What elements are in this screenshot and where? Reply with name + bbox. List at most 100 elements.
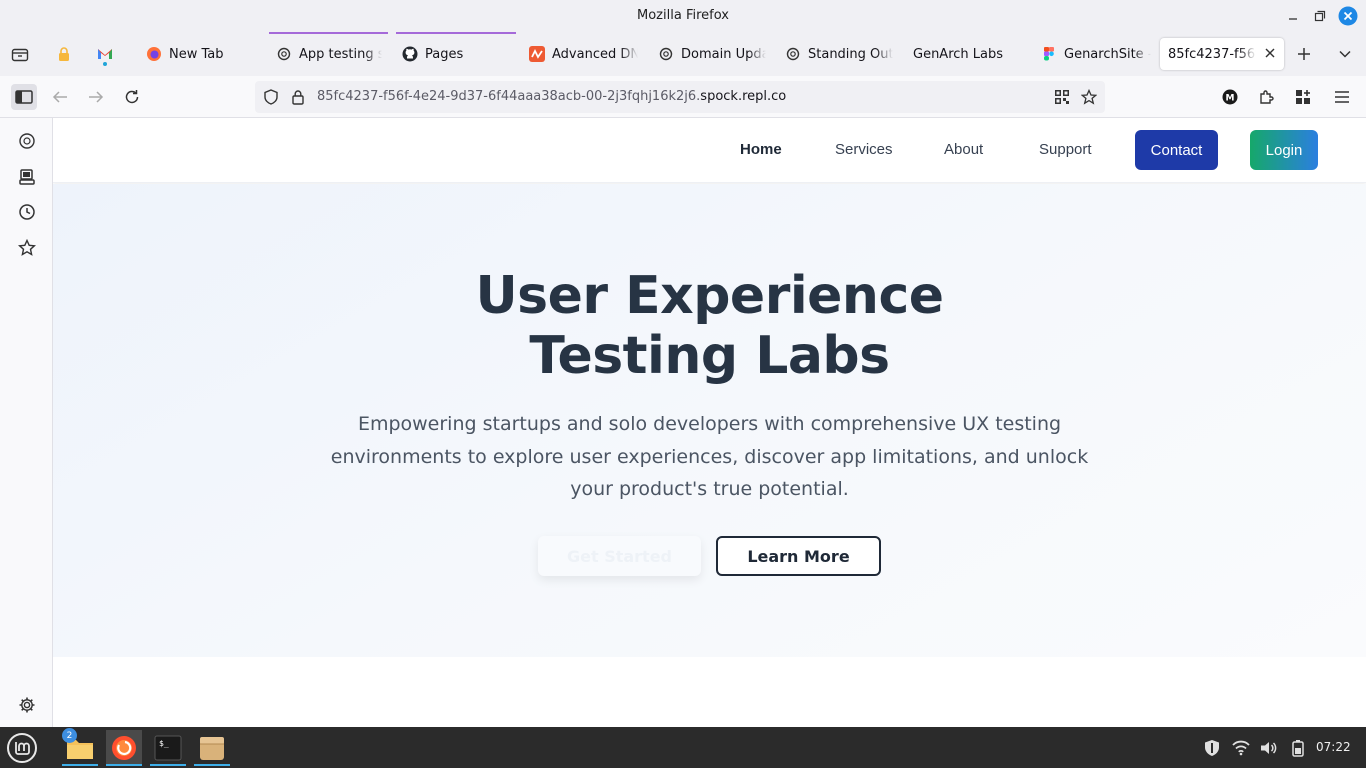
url-domain: spock.repl.co bbox=[700, 89, 787, 104]
back-button[interactable] bbox=[47, 84, 73, 110]
running-indicator bbox=[62, 764, 98, 766]
tab-genarch-site[interactable]: GenarchSite - bbox=[1041, 38, 1151, 70]
pinned-tab-lock[interactable] bbox=[57, 38, 73, 70]
nav-about-link[interactable]: About bbox=[944, 141, 983, 158]
tab-label: GenarchSite - bbox=[1064, 46, 1151, 62]
account-button[interactable]: M bbox=[1217, 84, 1243, 110]
arrow-right-icon bbox=[88, 90, 104, 104]
tab-app-testing[interactable]: App testing se bbox=[276, 38, 382, 70]
hero-title-line: Testing Labs bbox=[529, 326, 890, 386]
running-indicator bbox=[106, 764, 142, 766]
contact-button[interactable]: Contact bbox=[1135, 130, 1218, 170]
archive-box-icon bbox=[198, 734, 226, 762]
tab-active-replit[interactable]: 85fc4237-f56f-4 bbox=[1160, 38, 1284, 70]
close-tab-icon[interactable] bbox=[1264, 47, 1276, 59]
taskbar-firefox[interactable] bbox=[106, 730, 142, 766]
tab-label: Pages bbox=[425, 46, 464, 62]
tab-advanced-dns[interactable]: Advanced DNS bbox=[529, 38, 638, 70]
minimize-icon[interactable] bbox=[1283, 6, 1303, 26]
nav-support-link[interactable]: Support bbox=[1039, 141, 1092, 158]
taskbar: 2 $_ 07:22 bbox=[0, 727, 1366, 768]
tab-label: Domain Updat bbox=[681, 46, 766, 62]
tab-label: Advanced DNS bbox=[552, 46, 638, 62]
site-header: Home Services About Support Contact Logi… bbox=[53, 118, 1366, 183]
gear-icon[interactable] bbox=[17, 695, 37, 715]
chatgpt-icon[interactable] bbox=[17, 131, 37, 151]
forward-button[interactable] bbox=[83, 84, 109, 110]
sidebar-icon bbox=[15, 90, 33, 104]
get-started-button[interactable]: Get Started bbox=[538, 536, 701, 576]
namecheap-icon bbox=[529, 46, 545, 62]
sidebar-toggle-button[interactable] bbox=[11, 84, 37, 110]
apps-grid-icon bbox=[1295, 89, 1311, 105]
bookmarks-star-icon[interactable] bbox=[17, 238, 37, 258]
address-bar[interactable]: 85fc4237-f56f-4e24-9d37-6f44aaa38acb-00-… bbox=[255, 81, 1105, 113]
chatgpt-icon bbox=[785, 46, 801, 62]
chatgpt-icon bbox=[276, 46, 292, 62]
firefox-view-icon[interactable] bbox=[11, 38, 33, 70]
wifi-icon[interactable] bbox=[1231, 738, 1251, 758]
taskbar-terminal[interactable]: $_ bbox=[150, 730, 186, 766]
start-menu-button[interactable] bbox=[4, 730, 40, 766]
battery-icon[interactable] bbox=[1288, 738, 1308, 758]
svg-text:$_: $_ bbox=[159, 739, 169, 748]
running-indicator bbox=[194, 764, 230, 766]
tab-strip: New Tab App testing se Pages Advanced DN… bbox=[0, 32, 1366, 76]
github-icon bbox=[402, 46, 418, 62]
linux-mint-logo-icon bbox=[6, 732, 38, 764]
tab-group-indicator bbox=[396, 32, 516, 34]
hero-title: User Experience Testing Labs bbox=[53, 266, 1366, 386]
gmail-icon bbox=[97, 47, 113, 61]
browser-sidebar bbox=[0, 118, 53, 727]
login-button[interactable]: Login bbox=[1250, 130, 1318, 170]
tab-new-tab[interactable]: New Tab bbox=[146, 38, 256, 70]
tab-group-indicator bbox=[269, 32, 388, 34]
window-title: Mozilla Firefox bbox=[637, 8, 729, 23]
taskbar-archive-manager[interactable] bbox=[194, 730, 230, 766]
firefox-icon bbox=[110, 734, 138, 762]
apps-button[interactable] bbox=[1290, 84, 1316, 110]
svg-text:M: M bbox=[1226, 94, 1235, 104]
tab-label: 85fc4237-f56f-4 bbox=[1168, 46, 1256, 62]
shield-tray-icon[interactable] bbox=[1202, 738, 1222, 758]
qr-code-icon[interactable] bbox=[1054, 89, 1070, 105]
plus-icon bbox=[1297, 47, 1311, 61]
volume-icon[interactable] bbox=[1259, 738, 1279, 758]
tab-standing-out[interactable]: Standing Out bbox=[785, 38, 893, 70]
clock[interactable]: 07:22 bbox=[1316, 740, 1351, 754]
hero-section: User Experience Testing Labs Empowering … bbox=[53, 184, 1366, 657]
terminal-icon: $_ bbox=[154, 735, 182, 761]
nav-services-link[interactable]: Services bbox=[835, 141, 893, 158]
tracking-protection-shield-icon[interactable] bbox=[263, 89, 279, 105]
nav-home-link[interactable]: Home bbox=[740, 141, 782, 158]
learn-more-button[interactable]: Learn More bbox=[716, 536, 881, 576]
figma-icon bbox=[1041, 46, 1057, 62]
chatgpt-icon bbox=[658, 46, 674, 62]
firefox-icon bbox=[146, 46, 162, 62]
url-text: 85fc4237-f56f-4e24-9d37-6f44aaa38acb-00-… bbox=[317, 89, 786, 104]
menu-button[interactable] bbox=[1329, 84, 1355, 110]
close-window-icon[interactable] bbox=[1338, 6, 1358, 26]
window-titlebar: Mozilla Firefox bbox=[0, 0, 1366, 32]
navigation-toolbar: 85fc4237-f56f-4e24-9d37-6f44aaa38acb-00-… bbox=[0, 76, 1366, 118]
lock-icon[interactable] bbox=[291, 89, 305, 105]
account-avatar-icon: M bbox=[1222, 89, 1238, 105]
history-clock-icon[interactable] bbox=[17, 202, 37, 222]
tab-label: GenArch Labs bbox=[913, 46, 1004, 62]
tab-genarch-labs[interactable]: GenArch Labs bbox=[913, 38, 1018, 70]
reload-button[interactable] bbox=[119, 84, 145, 110]
hero-subtitle: Empowering startups and solo developers … bbox=[330, 413, 1089, 500]
puzzle-piece-icon bbox=[1258, 89, 1274, 105]
synced-tabs-icon[interactable] bbox=[17, 167, 37, 187]
tab-domain-update[interactable]: Domain Updat bbox=[658, 38, 766, 70]
maximize-icon[interactable] bbox=[1310, 6, 1330, 26]
chevron-down-icon bbox=[1338, 47, 1352, 61]
tab-notification-dot bbox=[103, 62, 107, 66]
hamburger-menu-icon bbox=[1335, 91, 1349, 103]
extensions-button[interactable] bbox=[1253, 84, 1279, 110]
list-all-tabs-button[interactable] bbox=[1338, 38, 1354, 70]
bookmark-star-icon[interactable] bbox=[1081, 89, 1097, 105]
new-tab-button[interactable] bbox=[1297, 38, 1315, 70]
tab-pages[interactable]: Pages bbox=[402, 38, 512, 70]
hero-title-line: User Experience bbox=[475, 266, 944, 326]
